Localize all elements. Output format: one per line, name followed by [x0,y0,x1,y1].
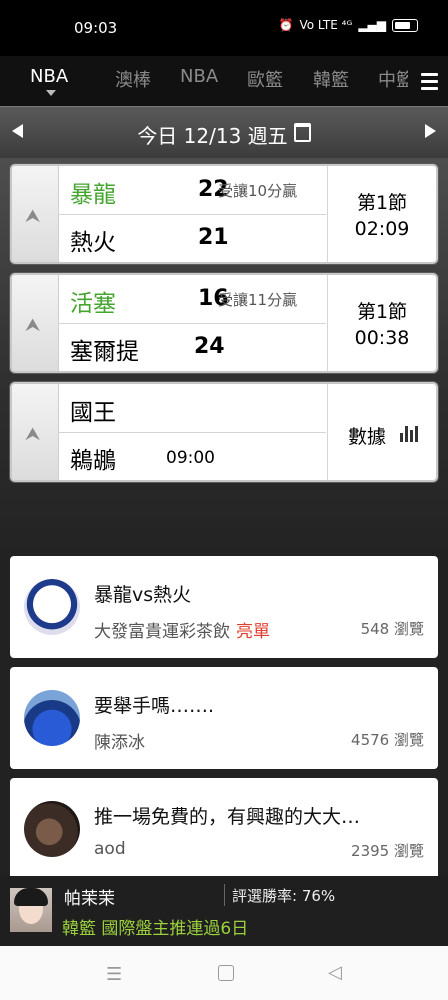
game-clock: 00:38 [354,327,410,349]
away-team-name: 塞爾提 [70,339,139,365]
game-list: ⮝ 暴龍 22 受讓10分贏 熱火 21 第1節 02:09 ⮝ 活塞 16 受… [0,158,448,550]
promo-tag: 韓籃 國際盤主推連過6日 [62,919,249,939]
status-icons: ⏰ Vo LTE ⁴ᴳ ▂▄▆ [278,18,418,32]
pin-button[interactable]: ⮝ [12,384,59,480]
game-period: 第1節 [356,301,408,323]
game-card[interactable]: ⮝ 活塞 16 受讓11分贏 塞爾提 24 第1節 00:38 [10,273,438,373]
game-status: 第1節 00:38 [327,275,436,371]
game-start-time: 09:00 [166,448,215,468]
post-item[interactable]: 要舉手嗎……. 陳添冰 4576 瀏覽 [10,667,438,769]
tab-korea-basketball[interactable]: 韓籃 [313,66,349,92]
away-score: 24 [194,334,225,359]
pin-button[interactable]: ⮝ [12,275,59,371]
post-title: 推一場免費的，有興趣的大大… [94,806,361,828]
pin-up-icon: ⮝ [25,315,41,336]
post-title: 暴龍vs熱火 [94,584,192,606]
battery-icon [392,18,418,32]
away-row: 鵜鶘 09:00 [58,432,326,480]
game-clock: 02:09 [354,218,410,240]
post-item[interactable]: 推一場免費的，有興趣的大大… aod 2395 瀏覽 [10,778,438,880]
signal-icon: ▂▄▆ [358,18,386,32]
promo-name: 帕茉茉 [64,889,115,909]
tab-euro-basketball[interactable]: 歐籃 [247,66,283,92]
avatar [24,690,80,746]
hamburger-icon [420,72,438,76]
game-card[interactable]: ⮝ 暴龍 22 受讓10分贏 熱火 21 第1節 02:09 [10,164,438,264]
away-row: 塞爾提 24 [58,323,326,371]
avatar [24,579,80,635]
tab-aobang[interactable]: 澳棒 [115,66,151,92]
home-icon[interactable] [218,965,234,981]
home-team-name: 國王 [70,400,116,426]
spread-result: 受讓10分贏 [218,182,298,200]
league-tabs: NBA 澳棒 NBA 歐籃 韓籃 中籃 [0,56,448,106]
divider [224,884,225,906]
post-author-line: 大發富貴運彩茶飲 亮單 [94,617,270,642]
game-card[interactable]: ⮝ 國王 鵜鶘 09:00 數據 [10,382,438,482]
game-period: 第1節 [356,192,408,214]
back-icon[interactable]: ◁ [328,962,342,983]
stats-button[interactable]: 數據 [327,384,436,480]
post-views: 548 瀏覽 [360,620,424,638]
next-day-button[interactable] [425,124,436,138]
post-author: 陳添冰 [94,733,145,753]
post-list: 暴龍vs熱火 大發富貴運彩茶飲 亮單 548 瀏覽 要舉手嗎……. 陳添冰 457… [0,550,448,880]
post-views: 4576 瀏覽 [351,731,424,749]
recent-apps-icon[interactable]: ☰ [106,964,122,985]
game-status: 第1節 02:09 [327,166,436,262]
promo-win-rate: 評選勝率: 76% [232,887,336,905]
tab-nba-2[interactable]: NBA [180,66,218,87]
post-author: 大發富貴運彩茶飲 [94,622,230,642]
avatar [24,801,80,857]
tab-china-basketball[interactable]: 中籃 [378,66,408,92]
away-team-name: 熱火 [70,230,116,256]
system-nav-bar: ☰ ◁ [0,946,448,1000]
post-views: 2395 瀏覽 [351,842,424,860]
active-tab-indicator-icon [46,90,56,96]
stats-label: 數據 [348,426,387,448]
signal-text: Vo LTE ⁴ᴳ [299,18,353,32]
home-team-name: 活塞 [70,291,116,317]
home-row: 暴龍 22 受讓10分贏 [58,166,326,215]
status-badge: 亮單 [236,622,270,642]
away-score: 21 [198,225,229,250]
avatar [10,888,52,932]
bar-chart-icon [400,426,418,442]
home-row: 國王 [58,384,326,433]
post-title: 要舉手嗎……. [94,695,215,717]
alarm-icon: ⏰ [278,18,294,32]
post-author: aod [94,839,126,859]
date-label: 今日 12/13 週五 [137,124,288,148]
promo-banner[interactable]: 帕茉茉 評選勝率: 76% 韓籃 國際盤主推連過6日 [0,876,448,946]
home-team-name: 暴龍 [70,182,116,208]
pin-up-icon: ⮝ [25,424,41,445]
date-label-container[interactable]: 今日 12/13 週五 [0,120,448,149]
away-row: 熱火 21 [58,214,326,262]
spread-result: 受讓11分贏 [218,291,298,309]
menu-button[interactable] [410,56,448,106]
home-row: 活塞 16 受讓11分贏 [58,275,326,324]
status-time: 09:03 [74,19,118,37]
post-item[interactable]: 暴龍vs熱火 大發富貴運彩茶飲 亮單 548 瀏覽 [10,556,438,658]
away-team-name: 鵜鶘 [70,448,116,474]
status-bar: 09:03 ⏰ Vo LTE ⁴ᴳ ▂▄▆ [0,0,448,56]
calendar-icon [293,123,311,142]
tab-nba[interactable]: NBA [30,66,68,87]
date-bar: 今日 12/13 週五 [0,106,448,159]
pin-button[interactable]: ⮝ [12,166,59,262]
pin-up-icon: ⮝ [25,206,41,227]
